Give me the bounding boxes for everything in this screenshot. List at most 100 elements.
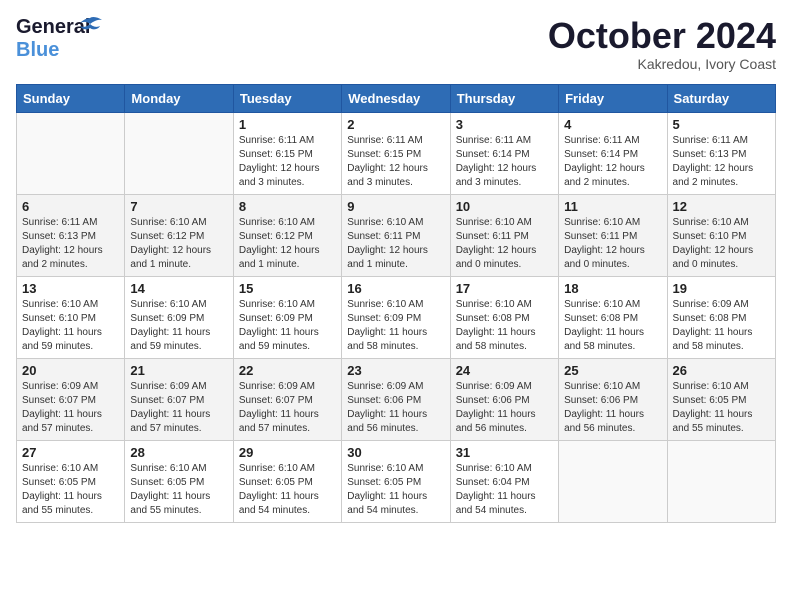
day-info: Sunrise: 6:11 AM Sunset: 6:15 PM Dayligh… [347,134,444,190]
day-number: 23 [347,363,444,378]
month-title: October 2024 [548,16,776,56]
day-number: 31 [456,445,553,460]
calendar-cell: 29 Sunrise: 6:10 AM Sunset: 6:05 PM Dayli… [233,440,341,522]
day-info: Sunrise: 6:10 AM Sunset: 6:09 PM Dayligh… [347,298,444,354]
day-info: Sunrise: 6:10 AM Sunset: 6:04 PM Dayligh… [456,462,553,518]
day-info: Sunrise: 6:09 AM Sunset: 6:07 PM Dayligh… [22,380,119,436]
day-info: Sunrise: 6:09 AM Sunset: 6:07 PM Dayligh… [130,380,227,436]
calendar-week-row: 13Sunrise: 6:10 AM Sunset: 6:10 PM Dayli… [17,276,776,358]
logo-bird-icon [76,16,104,38]
day-number: 26 [673,363,770,378]
day-number: 9 [347,199,444,214]
day-number: 15 [239,281,336,296]
day-info: Sunrise: 6:10 AM Sunset: 6:05 PM Dayligh… [673,380,770,436]
calendar-header-row: SundayMondayTuesdayWednesdayThursdayFrid… [17,84,776,112]
day-number: 28 [130,445,227,460]
col-header-thursday: Thursday [450,84,558,112]
col-header-friday: Friday [559,84,667,112]
calendar-cell: 12 Sunrise: 6:10 AM Sunset: 6:10 PM Dayli… [667,194,775,276]
day-number: 29 [239,445,336,460]
calendar-cell: 30 Sunrise: 6:10 AM Sunset: 6:05 PM Dayli… [342,440,450,522]
day-info: Sunrise: 6:10 AM Sunset: 6:05 PM Dayligh… [130,462,227,518]
day-info: Sunrise: 6:10 AM Sunset: 6:05 PM Dayligh… [347,462,444,518]
day-info: Sunrise: 6:09 AM Sunset: 6:06 PM Dayligh… [347,380,444,436]
calendar-cell: 22Sunrise: 6:09 AM Sunset: 6:07 PM Dayli… [233,358,341,440]
day-number: 24 [456,363,553,378]
day-info: Sunrise: 6:10 AM Sunset: 6:08 PM Dayligh… [456,298,553,354]
day-info: Sunrise: 6:10 AM Sunset: 6:08 PM Dayligh… [564,298,661,354]
day-number: 8 [239,199,336,214]
calendar-cell: 18 Sunrise: 6:10 AM Sunset: 6:08 PM Dayli… [559,276,667,358]
calendar-cell [125,112,233,194]
calendar-table: SundayMondayTuesdayWednesdayThursdayFrid… [16,84,776,523]
logo: General Blue [16,16,86,60]
calendar-cell: 17 Sunrise: 6:10 AM Sunset: 6:08 PM Dayli… [450,276,558,358]
day-info: Sunrise: 6:10 AM Sunset: 6:12 PM Dayligh… [239,216,336,272]
calendar-cell: 14 Sunrise: 6:10 AM Sunset: 6:09 PM Dayli… [125,276,233,358]
day-info: Sunrise: 6:11 AM Sunset: 6:14 PM Dayligh… [456,134,553,190]
col-header-wednesday: Wednesday [342,84,450,112]
calendar-cell: 19 Sunrise: 6:09 AM Sunset: 6:08 PM Dayli… [667,276,775,358]
day-info: Sunrise: 6:10 AM Sunset: 6:10 PM Dayligh… [22,298,119,354]
day-info: Sunrise: 6:09 AM Sunset: 6:08 PM Dayligh… [673,298,770,354]
calendar-cell [667,440,775,522]
calendar-week-row: 27 Sunrise: 6:10 AM Sunset: 6:05 PM Dayli… [17,440,776,522]
day-number: 3 [456,117,553,132]
day-info: Sunrise: 6:10 AM Sunset: 6:09 PM Dayligh… [130,298,227,354]
calendar-cell: 31 Sunrise: 6:10 AM Sunset: 6:04 PM Dayli… [450,440,558,522]
day-info: Sunrise: 6:10 AM Sunset: 6:11 PM Dayligh… [456,216,553,272]
logo-blue: Blue [16,39,59,61]
page-header: General Blue October 2024 Kakredou, Ivor… [16,16,776,72]
day-number: 7 [130,199,227,214]
calendar-cell: 26 Sunrise: 6:10 AM Sunset: 6:05 PM Dayli… [667,358,775,440]
calendar-week-row: 6Sunrise: 6:11 AM Sunset: 6:13 PM Daylig… [17,194,776,276]
day-number: 4 [564,117,661,132]
calendar-cell: 23 Sunrise: 6:09 AM Sunset: 6:06 PM Dayli… [342,358,450,440]
col-header-monday: Monday [125,84,233,112]
calendar-cell: 6Sunrise: 6:11 AM Sunset: 6:13 PM Daylig… [17,194,125,276]
day-info: Sunrise: 6:10 AM Sunset: 6:11 PM Dayligh… [347,216,444,272]
day-info: Sunrise: 6:10 AM Sunset: 6:05 PM Dayligh… [239,462,336,518]
day-number: 16 [347,281,444,296]
calendar-week-row: 20Sunrise: 6:09 AM Sunset: 6:07 PM Dayli… [17,358,776,440]
calendar-week-row: 1 Sunrise: 6:11 AM Sunset: 6:15 PM Daylig… [17,112,776,194]
col-header-saturday: Saturday [667,84,775,112]
calendar-cell: 2 Sunrise: 6:11 AM Sunset: 6:15 PM Daylig… [342,112,450,194]
calendar-cell [17,112,125,194]
day-info: Sunrise: 6:09 AM Sunset: 6:07 PM Dayligh… [239,380,336,436]
day-number: 14 [130,281,227,296]
calendar-cell [559,440,667,522]
calendar-cell: 15 Sunrise: 6:10 AM Sunset: 6:09 PM Dayli… [233,276,341,358]
day-number: 10 [456,199,553,214]
calendar-cell: 5Sunrise: 6:11 AM Sunset: 6:13 PM Daylig… [667,112,775,194]
calendar-cell: 10 Sunrise: 6:10 AM Sunset: 6:11 PM Dayli… [450,194,558,276]
day-info: Sunrise: 6:10 AM Sunset: 6:12 PM Dayligh… [130,216,227,272]
day-info: Sunrise: 6:09 AM Sunset: 6:06 PM Dayligh… [456,380,553,436]
day-info: Sunrise: 6:10 AM Sunset: 6:09 PM Dayligh… [239,298,336,354]
day-number: 2 [347,117,444,132]
day-number: 27 [22,445,119,460]
calendar-cell: 16 Sunrise: 6:10 AM Sunset: 6:09 PM Dayli… [342,276,450,358]
title-block: October 2024 Kakredou, Ivory Coast [548,16,776,72]
day-number: 5 [673,117,770,132]
day-number: 18 [564,281,661,296]
calendar-cell: 13Sunrise: 6:10 AM Sunset: 6:10 PM Dayli… [17,276,125,358]
day-info: Sunrise: 6:11 AM Sunset: 6:14 PM Dayligh… [564,134,661,190]
calendar-cell: 28 Sunrise: 6:10 AM Sunset: 6:05 PM Dayli… [125,440,233,522]
calendar-cell: 25Sunrise: 6:10 AM Sunset: 6:06 PM Dayli… [559,358,667,440]
day-number: 19 [673,281,770,296]
calendar-cell: 3 Sunrise: 6:11 AM Sunset: 6:14 PM Daylig… [450,112,558,194]
day-info: Sunrise: 6:10 AM Sunset: 6:05 PM Dayligh… [22,462,119,518]
day-number: 17 [456,281,553,296]
calendar-cell: 1Sunrise: 6:11 AM Sunset: 6:15 PM Daylig… [233,112,341,194]
day-number: 30 [347,445,444,460]
day-number: 12 [673,199,770,214]
day-number: 1 [239,117,336,132]
day-info: Sunrise: 6:10 AM Sunset: 6:10 PM Dayligh… [673,216,770,272]
calendar-cell: 7 Sunrise: 6:10 AM Sunset: 6:12 PM Daylig… [125,194,233,276]
day-number: 11 [564,199,661,214]
col-header-tuesday: Tuesday [233,84,341,112]
col-header-sunday: Sunday [17,84,125,112]
calendar-cell: 21Sunrise: 6:09 AM Sunset: 6:07 PM Dayli… [125,358,233,440]
calendar-cell: 11Sunrise: 6:10 AM Sunset: 6:11 PM Dayli… [559,194,667,276]
